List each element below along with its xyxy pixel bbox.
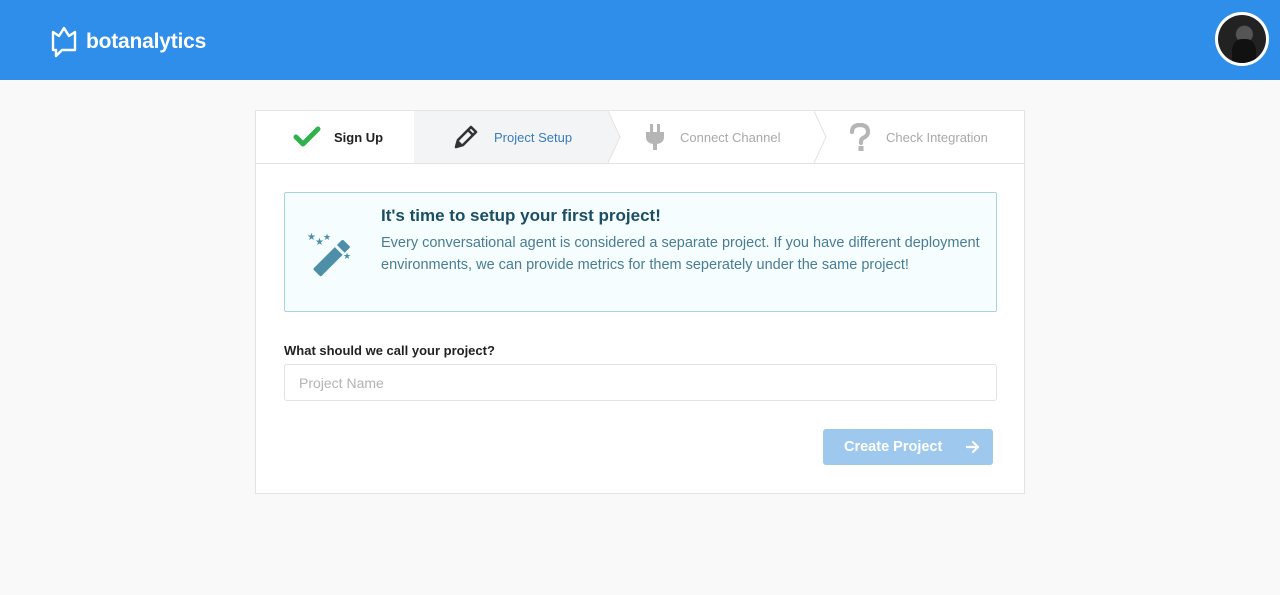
arrow-right-icon: [966, 440, 980, 454]
wizard-steps: Sign Up Project Setup Connect Channel Ch…: [256, 111, 1024, 164]
svg-text:★: ★: [323, 233, 331, 243]
step-label: Connect Channel: [680, 130, 781, 145]
setup-card: Sign Up Project Setup Connect Channel Ch…: [255, 110, 1025, 494]
project-name-input[interactable]: [284, 364, 997, 401]
create-project-button[interactable]: Create Project: [823, 429, 993, 465]
step-connect-channel: Connect Channel: [608, 111, 814, 163]
user-avatar[interactable]: [1215, 12, 1269, 66]
top-navbar: botanalytics: [0, 0, 1280, 80]
info-body: Every conversational agent is considered…: [381, 235, 980, 273]
step-check-integration: Check Integration: [814, 111, 1024, 163]
info-callout: ★ ★ ★ ★ It's time to setup your first pr…: [284, 192, 997, 312]
brand-logo[interactable]: botanalytics: [50, 26, 206, 58]
avatar-photo: [1218, 15, 1266, 63]
question-icon: [848, 123, 872, 153]
pencil-icon: [452, 123, 480, 151]
step-sign-up: Sign Up: [256, 111, 414, 163]
plug-icon: [644, 123, 666, 151]
create-project-label: Create Project: [844, 439, 943, 455]
step-label: Project Setup: [494, 130, 573, 145]
brand-name: botanalytics: [86, 30, 207, 53]
chat-bubble-logo-icon: [51, 26, 77, 58]
step-project-setup: Project Setup: [414, 111, 608, 163]
step-label: Sign Up: [334, 130, 384, 145]
svg-text:★: ★: [343, 252, 351, 262]
info-title: It's time to setup your first project!: [381, 206, 661, 225]
checkmark-icon: [293, 125, 321, 149]
step-label: Check Integration: [886, 130, 988, 145]
project-name-label: What should we call your project?: [284, 343, 495, 358]
magic-wand-icon: ★ ★ ★ ★: [307, 232, 351, 277]
